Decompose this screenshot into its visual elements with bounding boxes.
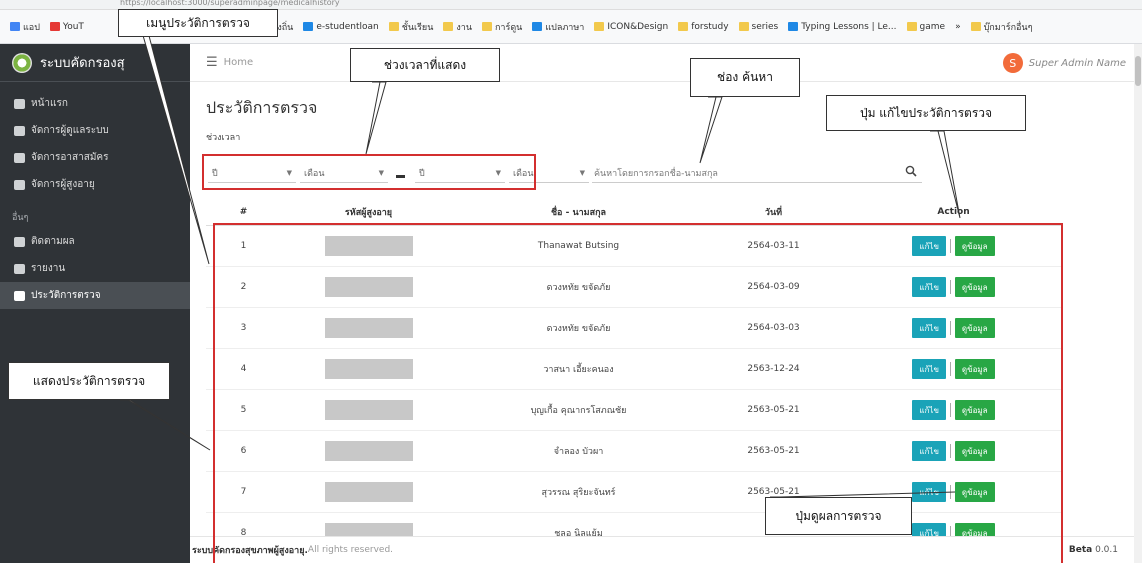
user-name: Super Admin Name: [1028, 57, 1126, 69]
scrollbar-thumb[interactable]: [1135, 56, 1141, 86]
search-icon[interactable]: [905, 165, 917, 177]
bookmark-apps[interactable]: แอป: [10, 20, 40, 34]
col-header-id: รหัสผู้สูงอายุ: [344, 207, 393, 218]
col-header-name: ชื่อ - นามสกุล: [550, 207, 607, 218]
folder-icon: [443, 22, 454, 31]
folder-icon: [678, 22, 689, 31]
youtube-icon: [49, 22, 60, 31]
translate-icon: [532, 22, 543, 31]
bookmark-item[interactable]: ชั้นเรียน: [388, 20, 433, 34]
sidebar-item-elderly[interactable]: จัดการผู้สูงอายุ: [0, 171, 190, 198]
bookmark-folder[interactable]: series: [738, 22, 778, 32]
folder-icon: [738, 22, 749, 31]
sidebar-item-volunteers[interactable]: จัดการอาสาสมัคร: [0, 144, 190, 171]
users-icon: [14, 179, 25, 190]
calendar-icon: [14, 236, 25, 247]
sidebar-item-admins[interactable]: จัดการผู้ดูแลระบบ: [0, 117, 190, 144]
home-icon: [14, 98, 25, 109]
folder-icon: [906, 22, 917, 31]
bookmarks-overflow[interactable]: »: [955, 22, 961, 32]
annotation-search: ช่อง ค้นหา: [690, 58, 800, 97]
bookmark-other[interactable]: บุ๊กมาร์กอื่นๆ: [970, 20, 1032, 34]
folder-icon: [970, 22, 981, 31]
file-icon: [14, 263, 25, 274]
page-scrollbar[interactable]: [1134, 44, 1142, 563]
bookmark-item[interactable]: แปลภาษา: [532, 20, 584, 34]
user-icon: [14, 152, 25, 163]
folder-icon: [481, 22, 492, 31]
classroom-icon: [388, 22, 399, 31]
bookmark-folder[interactable]: ICON&Design: [594, 22, 668, 32]
table-highlight-box: [213, 223, 1063, 563]
bookmark-folder[interactable]: forstudy: [678, 22, 729, 32]
range-highlight-box: [202, 154, 536, 190]
sidebar-brand[interactable]: ระบบคัดกรองสุ: [0, 44, 190, 82]
folder-icon: [594, 22, 605, 31]
users-cog-icon: [14, 125, 25, 136]
bookmark-item[interactable]: e-studentloan: [303, 22, 379, 32]
col-header-no: #: [239, 206, 248, 217]
avatar: S: [1002, 53, 1023, 73]
logo-icon: [12, 52, 32, 73]
range-label: ช่วงเวลา: [206, 133, 241, 143]
breadcrumb[interactable]: Home: [224, 57, 254, 68]
sidebar-item-history[interactable]: ประวัติการตรวจ: [0, 282, 190, 309]
menu-toggle-icon[interactable]: ☰: [206, 55, 218, 70]
book-icon: [14, 290, 25, 301]
col-header-date: วันที่: [764, 207, 783, 218]
annotation-edit: ปุ่ม แก้ไขประวัติการตรวจ: [826, 95, 1026, 131]
bookmark-folder[interactable]: การ์ดูน: [481, 20, 522, 34]
diamond-icon: [303, 22, 314, 31]
bookmark-youtube[interactable]: YouT: [49, 22, 84, 32]
annotation-range: ช่วงเวลาที่แสดง: [350, 48, 500, 82]
apps-icon: [10, 22, 20, 31]
sidebar-item-home[interactable]: หน้าแรก: [0, 90, 190, 117]
annotation-menu: เมนูประวัติการตรวจ: [118, 9, 278, 37]
sidebar-item-report[interactable]: รายงาน: [0, 255, 190, 282]
annotation-view: ปุ่มดูผลการตรวจ: [765, 497, 912, 535]
annotation-history: แสดงประวัติการตรวจ: [8, 362, 170, 400]
search-input[interactable]: ค้นหาโดยการกรอกชื่อ-นามสกุล: [592, 163, 922, 183]
table-header: # รหัสผู้สูงอายุ ชื่อ - นามสกุล วันที่ A…: [206, 198, 1061, 226]
col-header-action: Action: [937, 206, 970, 217]
page-title: ประวัติการตรวจ: [206, 98, 318, 117]
user-menu[interactable]: S Super Admin Name: [1002, 53, 1126, 73]
bookmark-folder[interactable]: game: [906, 22, 945, 32]
bookmark-item[interactable]: Typing Lessons | Le...: [788, 22, 897, 32]
bookmark-folder[interactable]: งาน: [443, 20, 472, 34]
sidebar-item-followup[interactable]: ติดตามผล: [0, 228, 190, 255]
sidebar-section-other: อื่นๆ: [12, 213, 29, 223]
typing-icon: [788, 22, 799, 31]
chevron-down-icon: ▼: [579, 168, 585, 177]
sidebar: ระบบคัดกรองสุ หน้าแรก จัดการผู้ดูแลระบบ …: [0, 44, 190, 563]
topbar: ☰ Home S Super Admin Name: [190, 44, 1134, 82]
version-badge: Beta 0.0.1: [1068, 545, 1118, 555]
